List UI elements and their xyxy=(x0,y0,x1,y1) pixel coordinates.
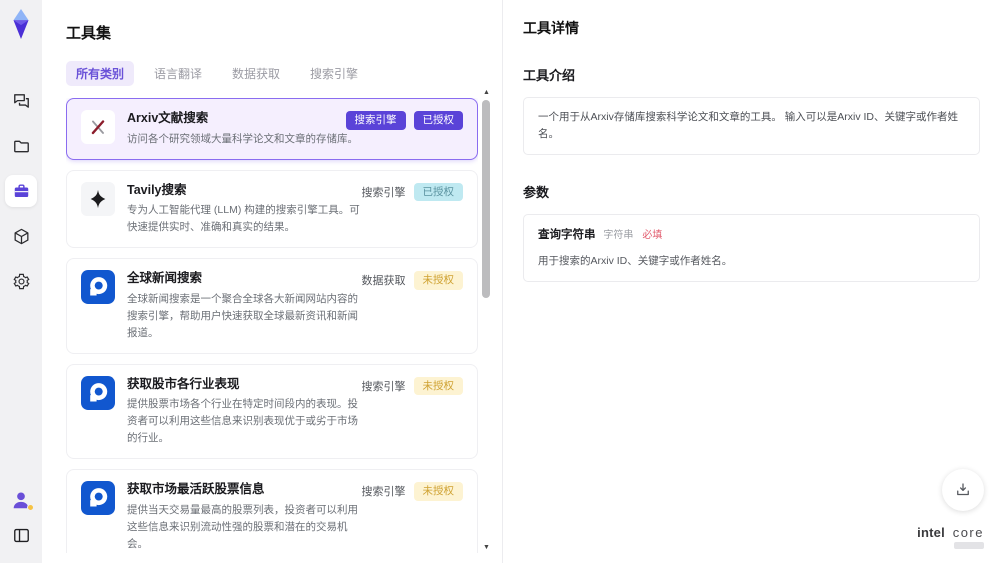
core-wordmark: core xyxy=(952,525,984,540)
authorized-tag: 已授权 xyxy=(413,182,463,201)
arxiv-x-icon xyxy=(81,110,115,144)
intel-core-logo: intel core xyxy=(917,525,984,549)
app-window: 工具集 所有类别 语言翻译 数据获取 搜索引擎 Arxiv文献搜索 访问各个研究… xyxy=(0,0,1000,563)
sidebar-bottom xyxy=(9,489,34,547)
tool-card-tavily[interactable]: Tavily搜索 专为人工智能代理 (LLM) 构建的搜索引擎工具。可快速提供实… xyxy=(66,169,478,248)
param-name: 查询字符串 xyxy=(538,228,596,241)
folder-icon xyxy=(13,140,29,152)
category-tag: 数据获取 xyxy=(361,275,406,288)
panel-toggle-icon xyxy=(13,528,29,542)
tool-list-panel: 工具集 所有类别 语言翻译 数据获取 搜索引擎 Arxiv文献搜索 访问各个研究… xyxy=(42,0,502,563)
authorized-tag: 已授权 xyxy=(413,111,463,130)
user-avatar[interactable] xyxy=(10,489,34,511)
intro-heading: 工具介绍 xyxy=(523,68,576,83)
download-icon xyxy=(957,483,969,496)
intel-wordmark: intel xyxy=(917,525,945,540)
tool-card-arxiv[interactable]: Arxiv文献搜索 访问各个研究领域大量科学论文和文章的存储库。 搜索引擎 已授… xyxy=(66,98,478,160)
tab-search-engine[interactable]: 搜索引擎 xyxy=(300,61,368,86)
list-scrollbar[interactable]: ▲ ▼ xyxy=(481,88,492,553)
blue-news-icon xyxy=(81,270,115,304)
tool-card-active-stocks[interactable]: 获取市场最活跃股票信息 提供当天交易量最高的股票列表，投资者可以利用这些信息来识… xyxy=(66,469,478,553)
collapse-sidebar-button[interactable] xyxy=(9,523,33,547)
sidebar-item-chat[interactable] xyxy=(5,85,37,117)
tool-description: 提供当天交易量最高的股票列表，投资者可以利用这些信息来识别流动性强的股票和潜在的… xyxy=(127,503,358,550)
tool-list: Arxiv文献搜索 访问各个研究领域大量科学论文和文章的存储库。 搜索引擎 已授… xyxy=(66,98,478,553)
blue-news-icon xyxy=(81,481,115,515)
tool-description: 专为人工智能代理 (LLM) 构建的搜索引擎工具。可快速提供实时、准确和真实的结… xyxy=(127,204,360,233)
sparkle-star-icon xyxy=(81,181,115,216)
tool-card-global-news[interactable]: 全球新闻搜索 全球新闻搜索是一个聚合全球各大新闻网站内容的搜索引擎，帮助用户快速… xyxy=(66,258,478,354)
tab-data-fetch[interactable]: 数据获取 xyxy=(222,61,290,86)
category-tag: 搜索引擎 xyxy=(361,380,406,393)
briefcase-icon xyxy=(14,183,28,197)
sidebar-nav xyxy=(5,85,37,297)
scrollbar-thumb[interactable] xyxy=(482,100,490,298)
params-heading: 参数 xyxy=(523,184,550,200)
cube-icon xyxy=(14,228,28,244)
category-tag: 搜索引擎 xyxy=(361,486,406,499)
tool-description: 提供股票市场各个行业在特定时间段内的表现。投资者可以利用这些信息来识别表现优于或… xyxy=(127,398,358,444)
detail-title: 工具详情 xyxy=(523,20,579,36)
download-button[interactable] xyxy=(942,469,984,511)
status-badge xyxy=(27,504,34,511)
param-required-flag: 必填 xyxy=(642,229,663,241)
sidebar-item-tools[interactable] xyxy=(5,175,37,207)
gear-icon xyxy=(12,273,30,289)
intel-sub-badge xyxy=(954,542,984,549)
app-logo-icon xyxy=(13,9,29,39)
unauthorized-tag: 未授权 xyxy=(413,271,463,290)
blue-news-icon xyxy=(81,375,115,410)
page-title: 工具集 xyxy=(66,25,112,42)
intro-text: 一个用于从Arxiv存储库搜索科学论文和文章的工具。 输入可以是Arxiv ID… xyxy=(538,111,958,140)
category-tag: 搜索引擎 xyxy=(361,186,406,199)
scroll-up-arrow[interactable]: ▲ xyxy=(481,88,492,98)
param-box: 查询字符串 字符串 必填 用于搜索的Arxiv ID、关键字或作者姓名。 xyxy=(523,213,980,282)
unauthorized-tag: 未授权 xyxy=(413,376,463,395)
sidebar xyxy=(0,0,42,563)
sidebar-item-settings[interactable] xyxy=(5,265,37,297)
tool-detail-panel: 工具详情 工具介绍 一个用于从Arxiv存储库搜索科学论文和文章的工具。 输入可… xyxy=(502,0,1000,563)
sidebar-item-packages[interactable] xyxy=(5,220,37,252)
tool-card-sector-performance[interactable]: 获取股市各行业表现 提供股票市场各个行业在特定时间段内的表现。投资者可以利用这些… xyxy=(66,363,478,459)
tab-all-categories[interactable]: 所有类别 xyxy=(66,61,135,86)
intro-box: 一个用于从Arxiv存储库搜索科学论文和文章的工具。 输入可以是Arxiv ID… xyxy=(523,97,980,155)
tool-description: 访问各个研究领域大量科学论文和文章的存储库。 xyxy=(127,132,358,145)
tool-description: 全球新闻搜索是一个聚合全球各大新闻网站内容的搜索引擎，帮助用户快速获取全球最新资… xyxy=(127,292,358,339)
category-tabs: 所有类别 语言翻译 数据获取 搜索引擎 xyxy=(66,61,478,86)
param-type: 字符串 xyxy=(603,229,634,241)
param-description: 用于搜索的Arxiv ID、关键字或作者姓名。 xyxy=(538,254,733,267)
tab-language-translation[interactable]: 语言翻译 xyxy=(144,61,212,86)
chat-icon xyxy=(13,93,29,108)
unauthorized-tag: 未授权 xyxy=(413,482,463,501)
category-tag: 搜索引擎 xyxy=(345,111,406,130)
sidebar-item-files[interactable] xyxy=(5,130,37,162)
scroll-down-arrow[interactable]: ▼ xyxy=(481,543,492,553)
